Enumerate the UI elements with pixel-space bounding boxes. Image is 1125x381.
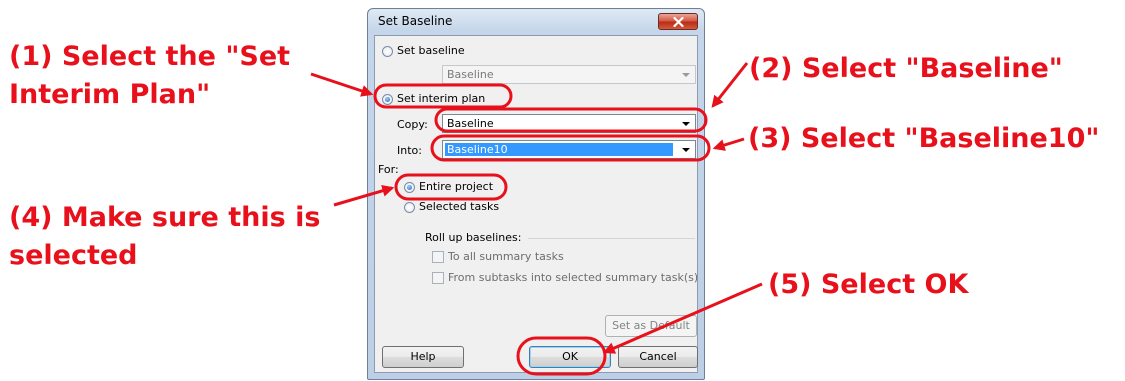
into-select[interactable]: Baseline10	[442, 140, 696, 159]
ok-button[interactable]: OK	[529, 346, 611, 368]
dialog-titlebar[interactable]: Set Baseline	[368, 9, 704, 35]
set-baseline-label[interactable]: Set baseline	[397, 44, 465, 57]
annotation-step2: (2) Select "Baseline"	[749, 53, 1063, 84]
from-subtasks-checkbox[interactable]	[432, 272, 444, 284]
arrow-step1	[310, 72, 374, 97]
for-label: For:	[378, 163, 399, 176]
selected-tasks-radio[interactable]	[404, 202, 415, 213]
into-select-highlight: Baseline10	[445, 143, 673, 156]
from-subtasks-label[interactable]: From subtasks into selected summary task…	[448, 271, 698, 284]
copy-select-value: Baseline	[447, 117, 494, 130]
into-label: Into:	[397, 144, 422, 157]
annotation-step5: (5) Select OK	[768, 269, 969, 300]
dialog-title: Set Baseline	[378, 14, 453, 28]
chevron-down-icon	[682, 148, 690, 152]
annotation-step3: (3) Select "Baseline10"	[748, 123, 1100, 154]
set-baseline-radio[interactable]	[382, 46, 393, 57]
copy-label: Copy:	[397, 118, 428, 131]
copy-select[interactable]: Baseline	[442, 114, 696, 133]
baseline-select-value: Baseline	[447, 68, 494, 81]
entire-project-radio[interactable]	[404, 182, 415, 193]
selected-tasks-label[interactable]: Selected tasks	[419, 200, 499, 213]
annotation-step1: (1) Select the "Set Interim Plan"	[9, 38, 290, 114]
annotation-step4-line1: (4) Make sure this is	[9, 202, 321, 233]
rollup-baselines-label: Roll up baselines:	[425, 231, 522, 244]
entire-project-label[interactable]: Entire project	[419, 180, 493, 193]
chevron-down-icon	[682, 122, 690, 126]
set-as-default-button[interactable]: Set as Default	[605, 315, 697, 337]
annotation-step4-line2: selected	[9, 240, 138, 271]
cancel-button[interactable]: Cancel	[618, 346, 698, 368]
annotation-step1-line1: (1) Select the "Set	[9, 41, 291, 72]
arrow-step2	[711, 62, 749, 108]
to-all-summary-label[interactable]: To all summary tasks	[448, 250, 564, 263]
annotation-step1-line2: Interim Plan"	[9, 79, 211, 110]
close-button[interactable]	[658, 13, 698, 30]
baseline-select[interactable]: Baseline	[442, 65, 696, 84]
set-interim-plan-radio[interactable]	[382, 94, 393, 105]
rollup-divider	[528, 238, 695, 239]
into-select-value: Baseline10	[447, 143, 508, 156]
set-interim-plan-label[interactable]: Set interim plan	[397, 92, 485, 105]
set-baseline-dialog: Set Baseline Set baseline Baseline Set i…	[367, 8, 705, 380]
to-all-summary-checkbox[interactable]	[432, 251, 444, 263]
help-button[interactable]: Help	[382, 346, 464, 368]
arrow-step3	[712, 137, 745, 151]
annotation-step4: (4) Make sure this is selected	[9, 199, 320, 275]
chevron-down-icon	[682, 73, 690, 77]
dialog-body: Set baseline Baseline Set interim plan C…	[374, 35, 698, 373]
close-icon	[673, 17, 684, 27]
